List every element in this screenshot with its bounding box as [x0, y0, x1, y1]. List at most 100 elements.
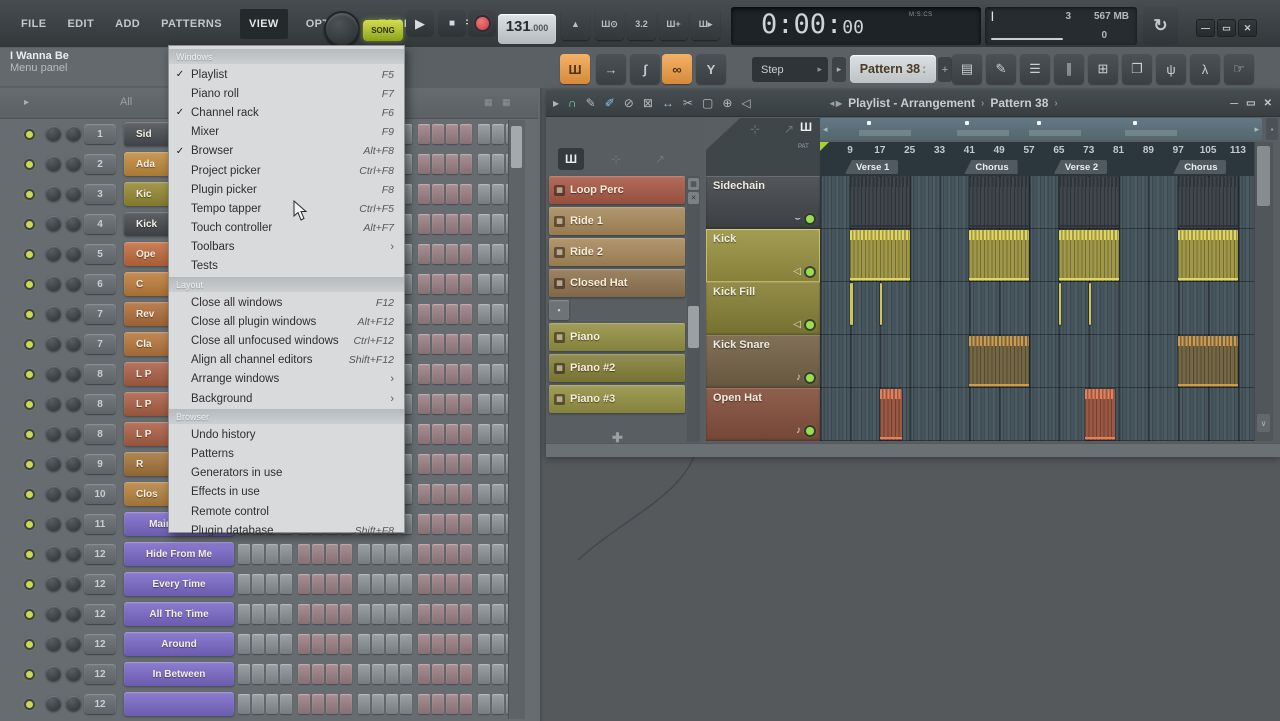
step-cell[interactable]: [446, 604, 458, 624]
step-cell[interactable]: [386, 634, 398, 654]
channel-filter-select[interactable]: All: [120, 96, 132, 108]
rack-scrollbar-thumb[interactable]: [511, 126, 522, 168]
step-cell[interactable]: [266, 574, 278, 594]
channel-volume-knob[interactable]: [66, 216, 81, 231]
picker-scrollbar-thumb[interactable]: [688, 306, 699, 348]
channel-volume-knob[interactable]: [66, 606, 81, 621]
playlist-grid[interactable]: [820, 176, 1254, 441]
menu-item-remote-control[interactable]: Remote control: [169, 502, 404, 521]
step-cell[interactable]: [460, 454, 472, 474]
channel-mute-led[interactable]: [26, 191, 33, 198]
step-cell[interactable]: [478, 574, 490, 594]
precount-button[interactable]: Y: [696, 54, 726, 84]
channel-volume-knob[interactable]: [66, 336, 81, 351]
step-cell[interactable]: [478, 274, 490, 294]
rack-keyboard-editor-icon[interactable]: ▦: [502, 97, 511, 108]
channel-pan-knob[interactable]: [46, 336, 61, 351]
step-cell[interactable]: [460, 394, 472, 414]
step-cell[interactable]: [252, 604, 264, 624]
channel-mixer-track-number[interactable]: 8: [84, 364, 116, 384]
channel-mixer-track-number[interactable]: 11: [84, 514, 116, 534]
channel-pan-knob[interactable]: [46, 636, 61, 651]
channel-pan-knob[interactable]: [46, 186, 61, 201]
step-cell[interactable]: [418, 154, 430, 174]
playlist-menu-arrow-icon[interactable]: ▸: [553, 96, 559, 110]
playlist-minimap[interactable]: ◂ ▸: [820, 118, 1262, 140]
channel-mixer-track-number[interactable]: 12: [84, 634, 116, 654]
channel-mute-led[interactable]: [26, 551, 33, 558]
playlist-clip[interactable]: [850, 283, 853, 325]
channel-pan-knob[interactable]: [46, 606, 61, 621]
step-cell[interactable]: [298, 574, 310, 594]
step-cell[interactable]: [372, 694, 384, 714]
step-cell[interactable]: [400, 544, 412, 564]
step-cell[interactable]: [386, 664, 398, 684]
menubar-item-patterns[interactable]: PATTERNS: [158, 12, 225, 36]
step-cell[interactable]: [340, 574, 352, 594]
step-cell[interactable]: [446, 664, 458, 684]
picker-pattern-item[interactable]: ▦Loop Perc: [549, 176, 685, 204]
step-cell[interactable]: [432, 694, 444, 714]
step-cell[interactable]: [432, 124, 444, 144]
step-cell[interactable]: [400, 664, 412, 684]
channel-mute-led[interactable]: [26, 161, 33, 168]
step-cell[interactable]: [266, 544, 278, 564]
step-cell[interactable]: [312, 544, 324, 564]
song-mode-toggle[interactable]: SONG: [363, 20, 403, 41]
channel-pan-knob[interactable]: [46, 576, 61, 591]
step-cell[interactable]: [432, 304, 444, 324]
step-cell[interactable]: [358, 664, 370, 684]
timeline-marker-verse-1[interactable]: Verse 1: [845, 160, 898, 174]
piano-roll-window-button[interactable]: ✎: [986, 54, 1016, 84]
step-cell[interactable]: [446, 274, 458, 294]
blend-notes-button[interactable]: Ш▸: [691, 8, 720, 40]
channel-mute-led[interactable]: [26, 401, 33, 408]
channel-mute-led[interactable]: [26, 251, 33, 258]
step-cell[interactable]: [298, 694, 310, 714]
step-cell[interactable]: [418, 244, 430, 264]
step-cell[interactable]: [478, 454, 490, 474]
step-cell[interactable]: [418, 304, 430, 324]
channel-volume-knob[interactable]: [66, 156, 81, 171]
channel-mute-led[interactable]: [26, 491, 33, 498]
step-cell[interactable]: [432, 184, 444, 204]
menu-item-background[interactable]: Background›: [169, 389, 404, 408]
step-cell[interactable]: [460, 664, 472, 684]
picker-separator-item[interactable]: ▪: [549, 300, 569, 320]
channel-mixer-track-number[interactable]: 12: [84, 574, 116, 594]
step-cell[interactable]: [340, 664, 352, 684]
step-cell[interactable]: [460, 364, 472, 384]
step-cell[interactable]: [432, 334, 444, 354]
step-cell[interactable]: [478, 334, 490, 354]
channel-volume-knob[interactable]: [66, 276, 81, 291]
step-cell[interactable]: [418, 424, 430, 444]
step-cell[interactable]: [326, 604, 338, 624]
step-cell[interactable]: [492, 604, 504, 624]
menu-item-patterns[interactable]: Patterns: [169, 444, 404, 463]
playlist-clip[interactable]: [1178, 177, 1238, 228]
step-cell[interactable]: [492, 454, 504, 474]
step-cell[interactable]: [326, 634, 338, 654]
channel-mixer-track-number[interactable]: 2: [84, 154, 116, 174]
playlist-clip[interactable]: [850, 230, 910, 281]
timeline-marker-chorus[interactable]: Chorus: [964, 160, 1017, 174]
step-cell[interactable]: [432, 424, 444, 444]
step-cell[interactable]: [372, 664, 384, 684]
channel-mute-led[interactable]: [26, 311, 33, 318]
track-automation-icon[interactable]: ⊹: [750, 122, 760, 136]
step-cell[interactable]: [478, 694, 490, 714]
time-display-panel[interactable]: 0:00:00 M:S:CS: [731, 7, 981, 45]
channel-pan-knob[interactable]: [46, 276, 61, 291]
step-cell[interactable]: [478, 184, 490, 204]
menubar-item-add[interactable]: ADD: [112, 12, 143, 36]
step-cell[interactable]: [492, 154, 504, 174]
menu-item-tests[interactable]: Tests: [169, 257, 404, 276]
track-enable-led[interactable]: [806, 374, 814, 382]
step-cell[interactable]: [418, 664, 430, 684]
step-cell[interactable]: [492, 634, 504, 654]
step-cell[interactable]: [326, 574, 338, 594]
step-cell[interactable]: [312, 604, 324, 624]
step-cell[interactable]: [446, 154, 458, 174]
channel-pan-knob[interactable]: [46, 666, 61, 681]
channel-pan-knob[interactable]: [46, 546, 61, 561]
